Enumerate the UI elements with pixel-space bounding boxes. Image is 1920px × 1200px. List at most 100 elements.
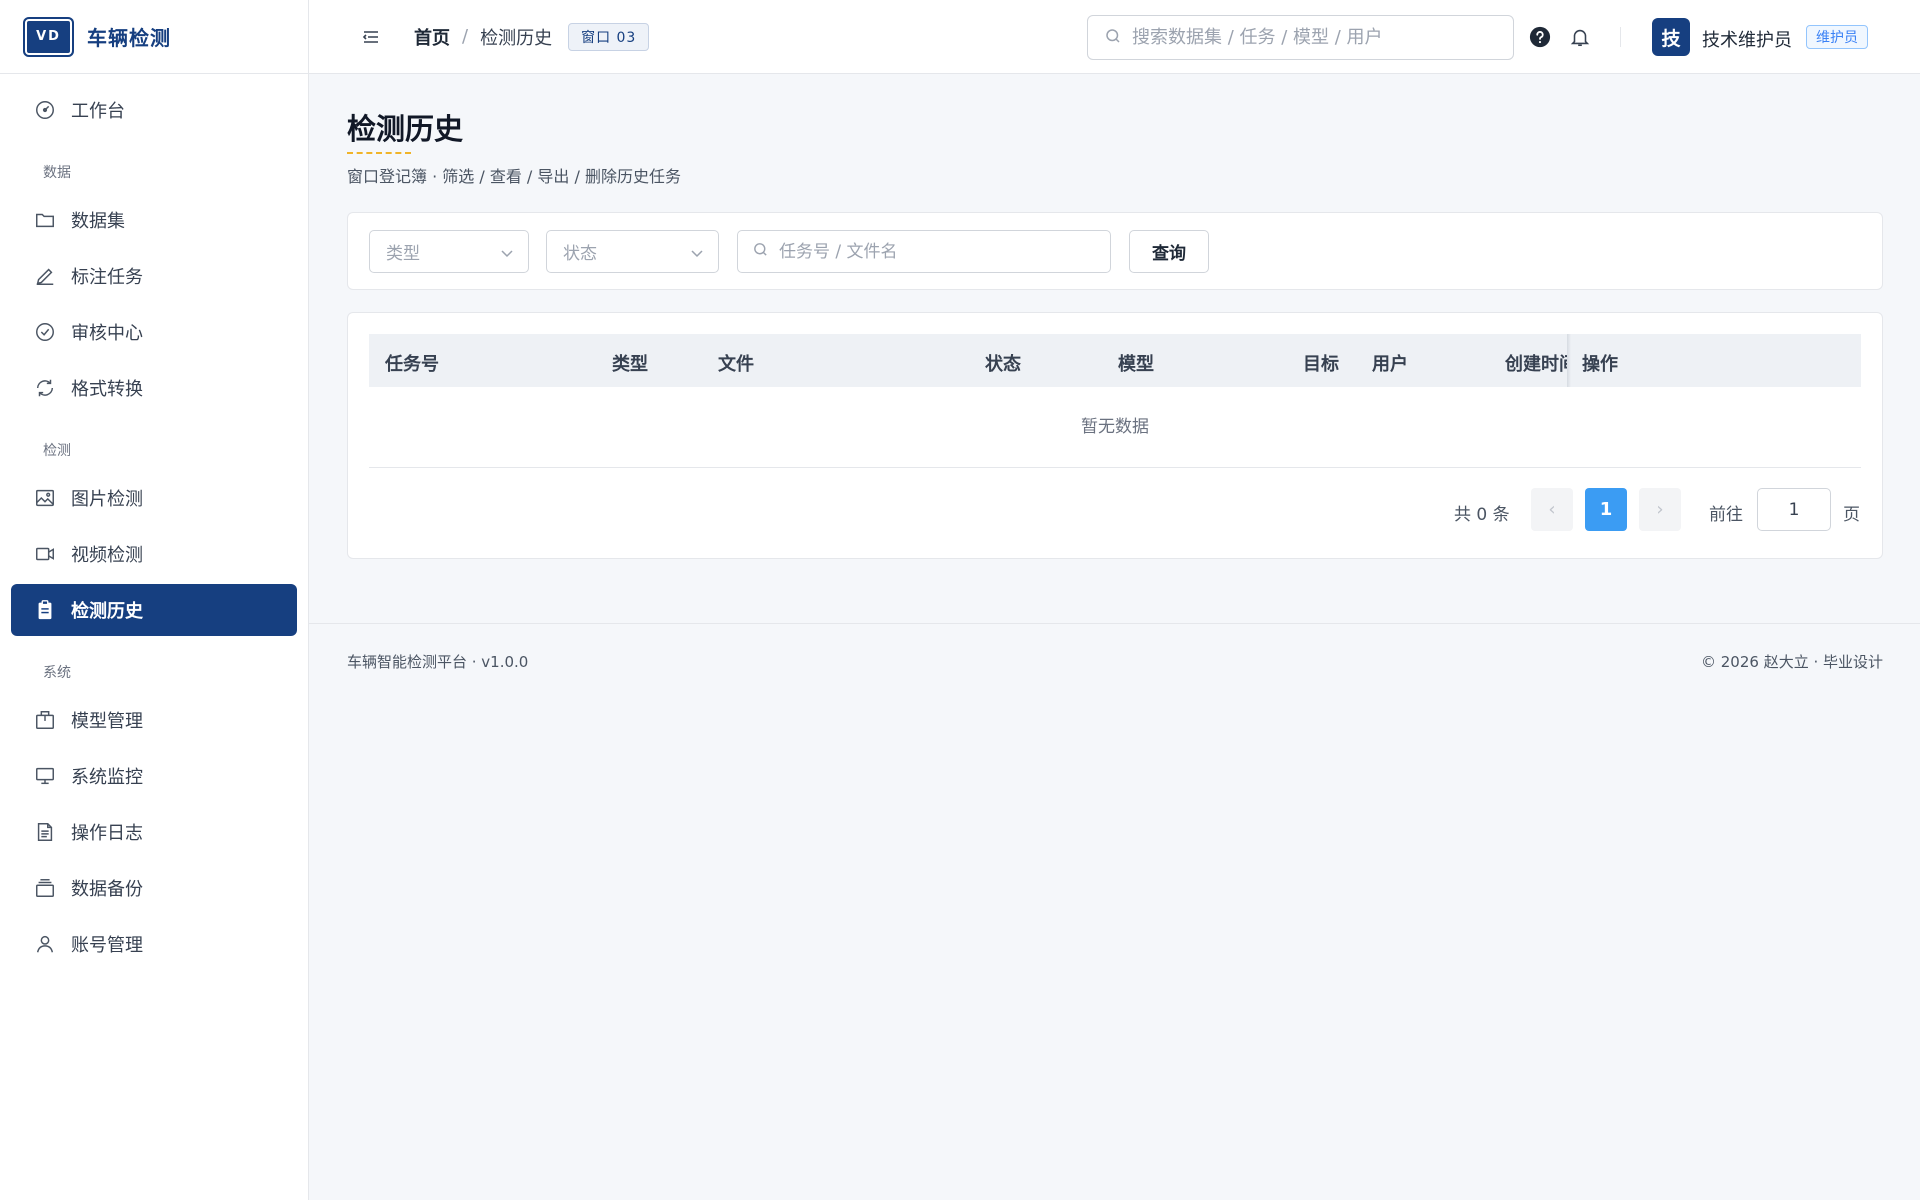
search-icon bbox=[1104, 27, 1122, 49]
sidebar-item-datasets[interactable]: 数据集 bbox=[11, 194, 297, 246]
sidebar-item-annotation[interactable]: 标注任务 bbox=[11, 250, 297, 302]
search-icon bbox=[752, 241, 769, 262]
sidebar-item-label: 图片检测 bbox=[71, 489, 143, 510]
box-icon bbox=[33, 708, 57, 732]
sidebar-item-label: 系统监控 bbox=[71, 767, 143, 788]
keyword-search[interactable] bbox=[737, 230, 1111, 273]
table-header: 任务号 类型 文件 状态 模型 目标 用户 创建时间 操作 bbox=[369, 334, 1861, 387]
query-button[interactable]: 查询 bbox=[1129, 230, 1209, 273]
app-root: VD 车辆检测 工作台 数据 数据集 标注任务 审核中心 格式转换 检测 图片检… bbox=[0, 0, 1920, 1200]
sidebar-item-backup[interactable]: 数据备份 bbox=[11, 862, 297, 914]
sidebar-item-label: 标注任务 bbox=[71, 267, 143, 288]
brand[interactable]: VD 车辆检测 bbox=[0, 0, 308, 74]
keyword-input[interactable] bbox=[779, 241, 1099, 262]
monitor-icon bbox=[33, 764, 57, 788]
sidebar-nav: 工作台 数据 数据集 标注任务 审核中心 格式转换 检测 图片检测 视频检测 检… bbox=[0, 74, 308, 970]
nav-group-detect: 检测 bbox=[43, 443, 71, 459]
footer: 车辆智能检测平台 · v1.0.0 © 2026 赵大立 · 毕业设计 bbox=[309, 623, 1920, 693]
sidebar-item-convert[interactable]: 格式转换 bbox=[11, 362, 297, 414]
sidebar-item-label: 模型管理 bbox=[71, 711, 143, 732]
column-header-file: 文件 bbox=[718, 354, 754, 375]
fixed-column-shadow bbox=[1567, 334, 1571, 387]
brand-name: 车辆检测 bbox=[87, 26, 171, 50]
total-count: 共 0 条 bbox=[1454, 505, 1510, 525]
sidebar-item-label: 检测历史 bbox=[71, 601, 143, 622]
column-header-type: 类型 bbox=[612, 354, 648, 375]
type-select-placeholder: 类型 bbox=[386, 244, 420, 264]
sidebar-item-label: 工作台 bbox=[71, 101, 125, 122]
sidebar-item-label: 账号管理 bbox=[71, 935, 143, 956]
sidebar-item-workbench[interactable]: 工作台 bbox=[11, 84, 297, 136]
empty-state: 暂无数据 bbox=[369, 387, 1861, 468]
goto-label: 前往 bbox=[1709, 505, 1743, 525]
sidebar-item-label: 数据集 bbox=[71, 211, 125, 232]
next-page-button[interactable]: › bbox=[1639, 488, 1681, 531]
sidebar-item-monitor[interactable]: 系统监控 bbox=[11, 750, 297, 802]
header-divider bbox=[1620, 27, 1621, 47]
prev-page-button[interactable]: ‹ bbox=[1531, 488, 1573, 531]
sidebar-item-image-detect[interactable]: 图片检测 bbox=[11, 472, 297, 524]
bell-icon[interactable] bbox=[1569, 25, 1591, 49]
chevron-left-icon: ‹ bbox=[1548, 499, 1556, 520]
type-select[interactable]: 类型 bbox=[369, 230, 529, 273]
menu-toggle-icon[interactable] bbox=[361, 27, 381, 47]
page-title: 检测历史 bbox=[347, 112, 464, 146]
chevron-down-icon bbox=[500, 245, 514, 259]
sidebar-item-accounts[interactable]: 账号管理 bbox=[11, 918, 297, 970]
user-icon bbox=[33, 932, 57, 956]
nav-group-data: 数据 bbox=[43, 165, 71, 181]
help-icon[interactable] bbox=[1529, 26, 1551, 48]
chevron-down-icon bbox=[690, 245, 704, 259]
sidebar-item-review[interactable]: 审核中心 bbox=[11, 306, 297, 358]
clipboard-icon bbox=[33, 598, 57, 622]
footer-copyright: © 2026 赵大立 · 毕业设计 bbox=[1700, 653, 1883, 671]
pagination: 共 0 条 ‹ 1 › 前往 页 bbox=[348, 488, 1884, 532]
top-header: 首页 / 检测历史 窗口 03 技 技术维护员 维护员 bbox=[309, 0, 1920, 74]
document-icon bbox=[33, 820, 57, 844]
window-tag: 窗口 03 bbox=[568, 22, 650, 51]
chevron-right-icon: › bbox=[1656, 499, 1664, 520]
user-name[interactable]: 技术维护员 bbox=[1702, 26, 1792, 52]
page-unit-label: 页 bbox=[1843, 505, 1860, 525]
video-icon bbox=[33, 542, 57, 566]
brand-logo: VD bbox=[23, 16, 74, 57]
column-header-task-id: 任务号 bbox=[385, 354, 439, 375]
breadcrumb-home[interactable]: 首页 bbox=[414, 24, 450, 50]
pen-icon bbox=[33, 264, 57, 288]
sidebar-item-video-detect[interactable]: 视频检测 bbox=[11, 528, 297, 580]
history-table-card: 任务号 类型 文件 状态 模型 目标 用户 创建时间 操作 暂无数据 共 0 条… bbox=[347, 312, 1883, 559]
main-content: 检测历史 窗口登记簿 · 筛选 / 查看 / 导出 / 删除历史任务 类型 状态 bbox=[309, 74, 1920, 1200]
page-number-current[interactable]: 1 bbox=[1585, 488, 1627, 531]
global-search-input[interactable] bbox=[1132, 27, 1492, 48]
breadcrumb-separator: / bbox=[462, 26, 469, 47]
stack-icon bbox=[33, 876, 57, 900]
sidebar-item-label: 格式转换 bbox=[71, 379, 143, 400]
role-badge: 维护员 bbox=[1806, 25, 1868, 49]
column-header-created-time: 创建时间 bbox=[1505, 354, 1567, 375]
breadcrumb: 首页 / 检测历史 窗口 03 bbox=[414, 22, 650, 51]
goto-page-input[interactable] bbox=[1757, 488, 1831, 531]
column-header-actions: 操作 bbox=[1582, 354, 1618, 375]
refresh-icon bbox=[33, 376, 57, 400]
column-header-target: 目标 bbox=[1303, 354, 1339, 375]
column-header-user: 用户 bbox=[1372, 354, 1408, 375]
sidebar-item-label: 操作日志 bbox=[71, 823, 143, 844]
page-subtitle: 窗口登记簿 · 筛选 / 查看 / 导出 / 删除历史任务 bbox=[347, 167, 681, 186]
sidebar-item-label: 审核中心 bbox=[71, 323, 143, 344]
sidebar-item-logs[interactable]: 操作日志 bbox=[11, 806, 297, 858]
global-search[interactable] bbox=[1087, 15, 1514, 60]
nav-group-system: 系统 bbox=[43, 665, 71, 681]
status-select[interactable]: 状态 bbox=[546, 230, 719, 273]
sidebar-item-history[interactable]: 检测历史 bbox=[11, 584, 297, 636]
image-icon bbox=[33, 486, 57, 510]
column-header-model: 模型 bbox=[1118, 354, 1154, 375]
avatar[interactable]: 技 bbox=[1652, 18, 1690, 56]
filter-bar: 类型 状态 查询 bbox=[347, 212, 1883, 290]
sidebar-item-models[interactable]: 模型管理 bbox=[11, 694, 297, 746]
sidebar-item-label: 视频检测 bbox=[71, 545, 143, 566]
footer-platform-version: 车辆智能检测平台 · v1.0.0 bbox=[347, 653, 529, 671]
column-header-status: 状态 bbox=[985, 354, 1021, 375]
sidebar: VD 车辆检测 工作台 数据 数据集 标注任务 审核中心 格式转换 检测 图片检… bbox=[0, 0, 309, 1200]
dashboard-icon bbox=[33, 98, 57, 122]
status-select-placeholder: 状态 bbox=[563, 244, 597, 264]
